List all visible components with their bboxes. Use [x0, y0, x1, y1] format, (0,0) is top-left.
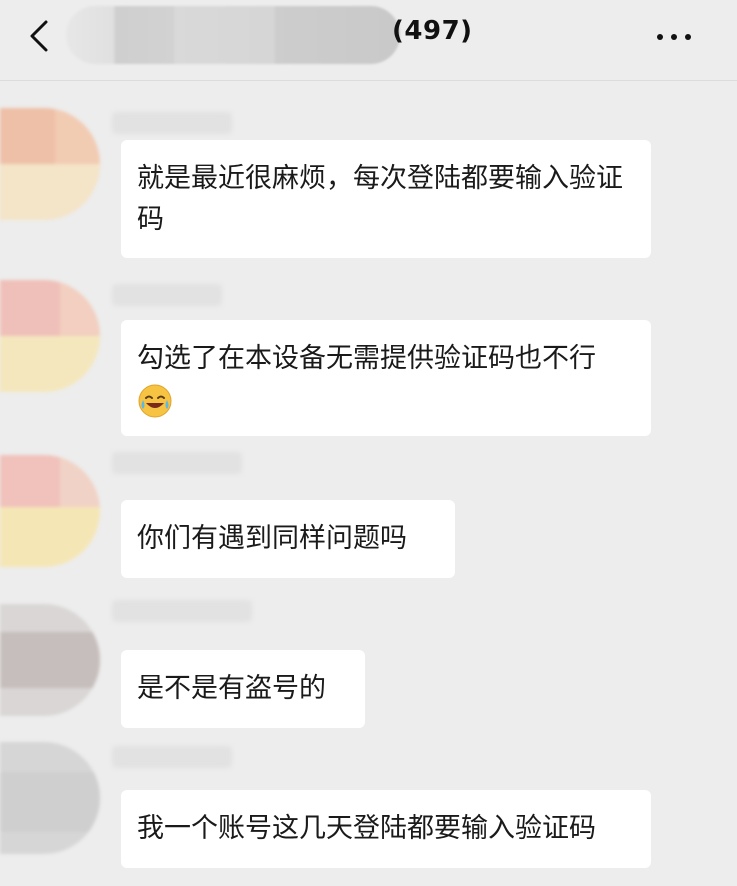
member-count: (497)	[392, 16, 473, 46]
message-bubble[interactable]: 是不是有盗号的	[121, 650, 365, 728]
message-bubble[interactable]: 你们有遇到同样问题吗	[121, 500, 455, 578]
face-with-tears-of-joy-icon	[138, 384, 172, 417]
avatar[interactable]	[0, 455, 100, 567]
ellipsis-icon[interactable]	[657, 26, 701, 46]
chat-header: (497)	[0, 0, 737, 81]
message-text: 我一个账号这几天登陆都要输入验证码	[137, 813, 596, 844]
sender-name-redacted	[112, 112, 232, 134]
message-text: 是不是有盗号的	[137, 673, 326, 704]
message-bubble[interactable]: 我一个账号这几天登陆都要输入验证码	[121, 790, 651, 868]
message-text: 你们有遇到同样问题吗	[137, 523, 407, 554]
sender-name-redacted	[112, 746, 232, 768]
avatar[interactable]	[0, 108, 100, 220]
message-text: 勾选了在本设备无需提供验证码也不行	[137, 343, 596, 374]
avatar[interactable]	[0, 280, 100, 392]
message-text: 就是最近很麻烦，每次登陆都要输入验证码	[137, 163, 623, 235]
avatar[interactable]	[0, 742, 100, 854]
group-name-redacted	[66, 6, 400, 64]
sender-name-redacted	[112, 452, 242, 474]
chevron-left-icon[interactable]	[22, 18, 58, 54]
sender-name-redacted	[112, 600, 252, 622]
sender-name-redacted	[112, 284, 222, 306]
avatar[interactable]	[0, 604, 100, 716]
message-bubble[interactable]: 勾选了在本设备无需提供验证码也不行	[121, 320, 651, 436]
message-bubble[interactable]: 就是最近很麻烦，每次登陆都要输入验证码	[121, 140, 651, 258]
